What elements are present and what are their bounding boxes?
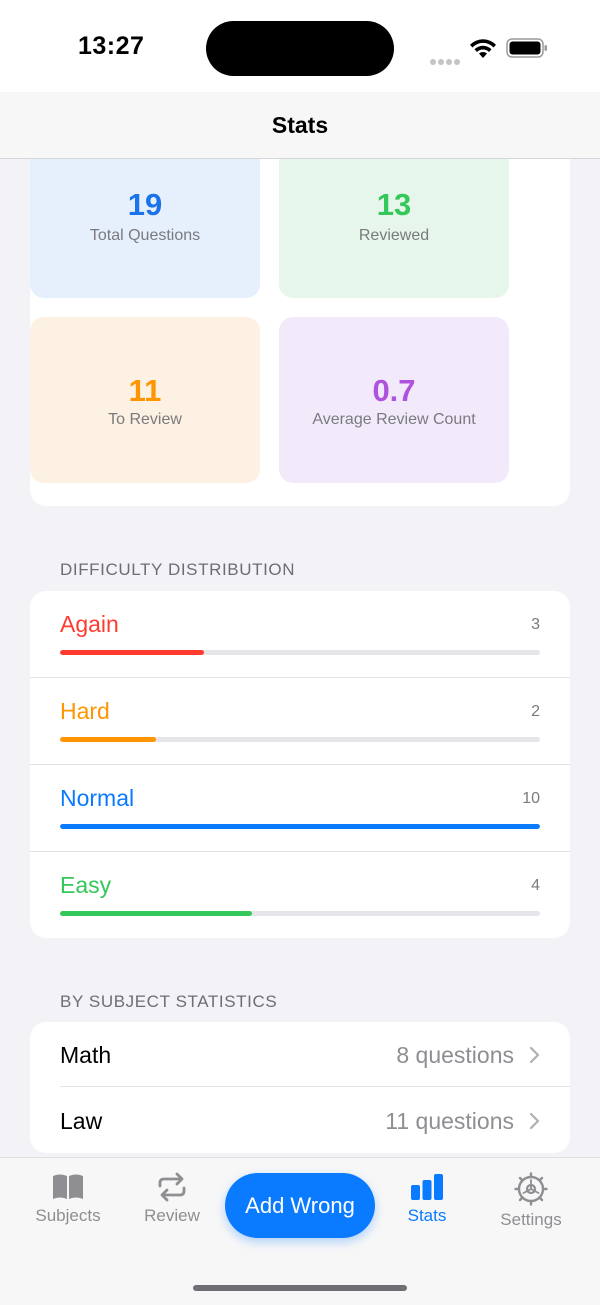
difficulty-bar-track [60,650,540,655]
difficulty-name: Again [60,611,119,637]
to-review-value: 11 [128,373,162,408]
status-bar: 13:27 [0,0,600,92]
average-review-count-value: 0.7 [372,373,416,408]
difficulty-bar-track [60,911,540,916]
total-questions-label: Total Questions [89,227,201,244]
dynamic-island [206,21,394,76]
difficulty-row-again: Again 3 [30,591,570,678]
difficulty-count: 2 [531,703,540,720]
subject-name: Law [60,1108,103,1134]
difficulty-bar-fill [60,737,156,742]
total-questions-value: 19 [127,187,163,222]
navigation-bar: Stats [0,92,600,159]
home-indicator [193,1285,407,1291]
average-review-count-tile: 0.7 Average Review Count [279,317,509,483]
gear-icon [514,1172,548,1206]
difficulty-section-header: DIFFICULTY DISTRIBUTION [60,560,296,579]
difficulty-row-easy: Easy 4 [30,852,570,938]
add-wrong-button[interactable]: Add Wrong [225,1173,375,1238]
subject-question-count: 11 questions [385,1108,514,1134]
difficulty-row-hard: Hard 2 [30,678,570,765]
difficulty-count: 3 [531,616,540,633]
tab-label: Subjects [35,1206,101,1225]
chevron-right-icon [529,1046,540,1064]
difficulty-bar-track [60,824,540,829]
subject-list: Math 8 questions Law 11 questions [30,1022,570,1153]
chart-bar-icon [411,1174,443,1200]
to-review-label: To Review [108,411,182,428]
difficulty-bar-fill [60,650,204,655]
chevron-right-icon [529,1112,540,1130]
difficulty-bar-track [60,737,540,742]
tab-label: Review [144,1206,200,1225]
average-review-count-label: Average Review Count [312,411,476,428]
tab-settings[interactable]: Settings [476,1172,586,1230]
difficulty-row-normal: Normal 10 [30,765,570,852]
difficulty-name: Easy [60,872,112,898]
difficulty-card: Again 3 Hard 2 Normal 10 Easy 4 [30,591,570,938]
repeat-icon [158,1172,186,1202]
page-title: Stats [271,112,329,138]
cellular-signal-icon [430,52,464,65]
wifi-icon [470,39,496,58]
subject-question-count: 8 questions [396,1042,514,1068]
tab-stats[interactable]: Stats [372,1172,482,1226]
status-time: 13:27 [78,32,145,60]
tab-label: Stats [407,1206,447,1225]
to-review-tile: 11 To Review [30,317,260,483]
reviewed-label: Reviewed [358,227,430,244]
difficulty-count: 4 [531,877,540,894]
reviewed-value: 13 [376,187,412,222]
difficulty-bar-fill [60,911,252,916]
row-divider [60,1086,570,1087]
tab-review[interactable]: Review [117,1172,227,1226]
book-icon [53,1174,83,1199]
subject-name: Math [60,1042,112,1068]
tab-bar: Subjects Review Add Wrong Stats Settings [0,1157,600,1305]
subject-section-header: BY SUBJECT STATISTICS [60,992,278,1011]
tab-subjects[interactable]: Subjects [13,1172,123,1226]
difficulty-name: Hard [60,698,110,724]
subject-row-math[interactable]: Math 8 questions [30,1022,570,1087]
tab-label: Settings [500,1210,562,1229]
difficulty-name: Normal [60,785,135,811]
difficulty-bar-fill [60,824,540,829]
battery-icon [506,38,547,58]
subject-row-law[interactable]: Law 11 questions [30,1088,570,1153]
difficulty-count: 10 [522,790,540,807]
